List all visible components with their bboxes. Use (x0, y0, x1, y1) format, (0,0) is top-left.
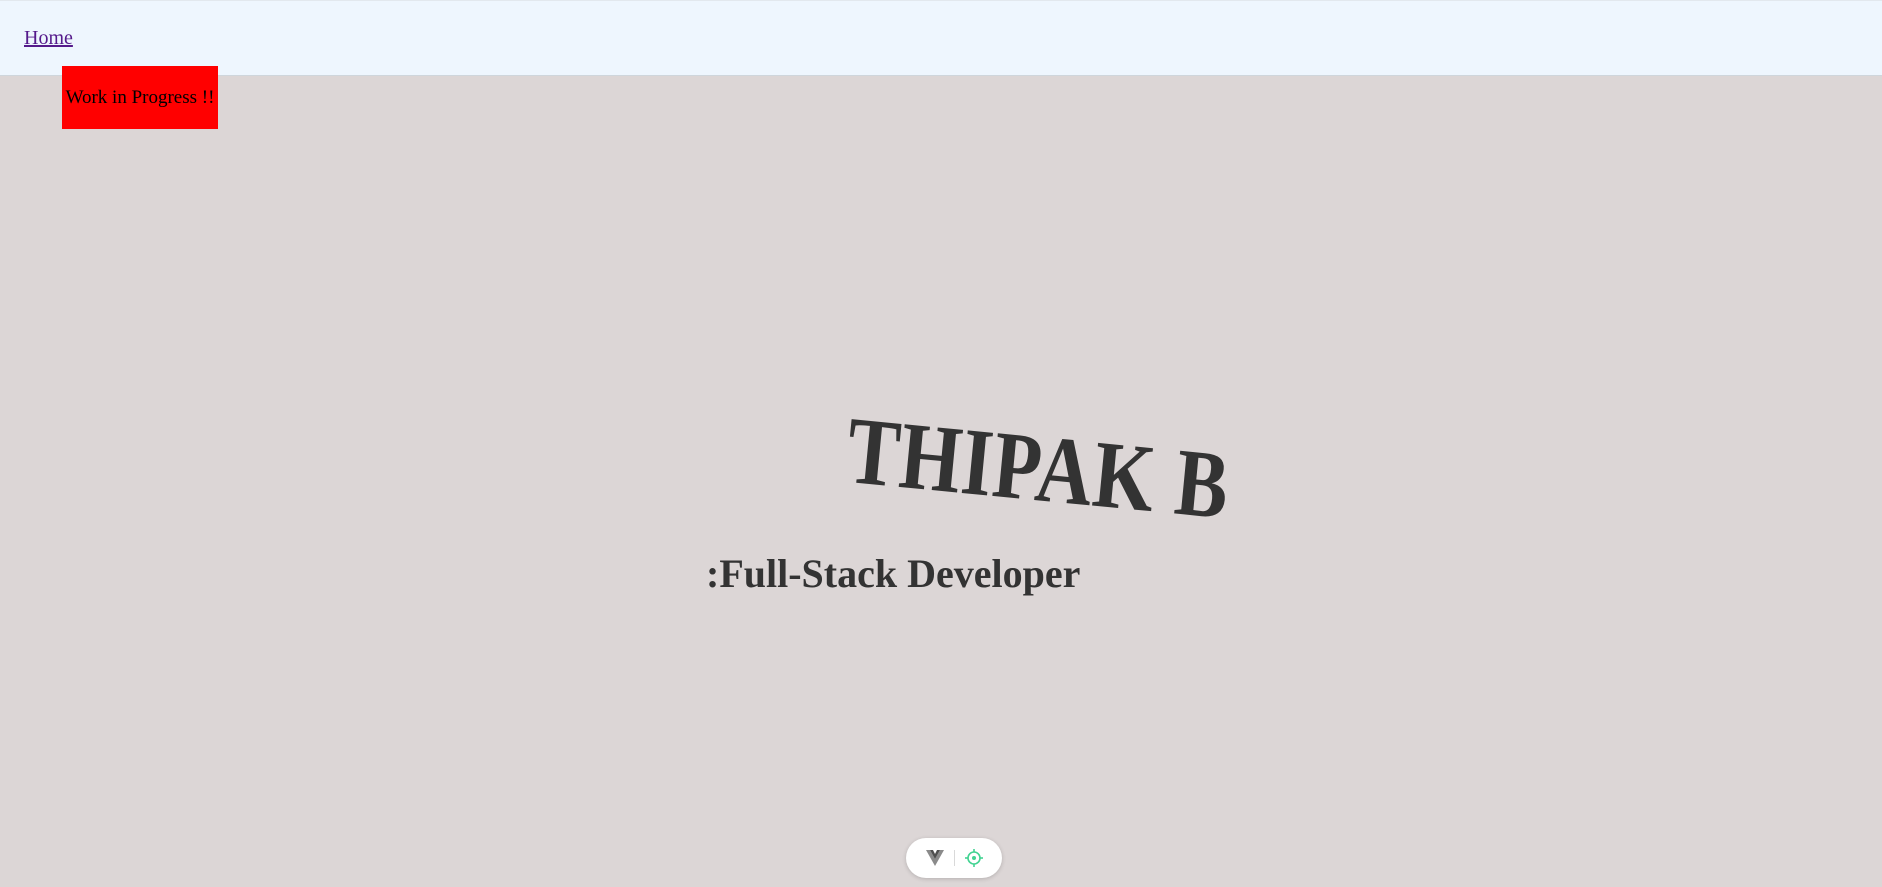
work-in-progress-banner: Work in Progress !! (62, 66, 218, 129)
top-nav-bar: Home (0, 0, 1882, 76)
hero-role: :Full-Stack Developer (706, 551, 1081, 596)
vue-devtools-button[interactable] (916, 843, 954, 873)
inspect-button[interactable] (955, 843, 993, 873)
devtools-toolbar (906, 838, 1002, 878)
home-link[interactable]: Home (24, 27, 73, 50)
hero-name: THIPAK B (842, 396, 1235, 540)
target-icon (964, 849, 983, 867)
vue-logo-icon (925, 850, 944, 866)
